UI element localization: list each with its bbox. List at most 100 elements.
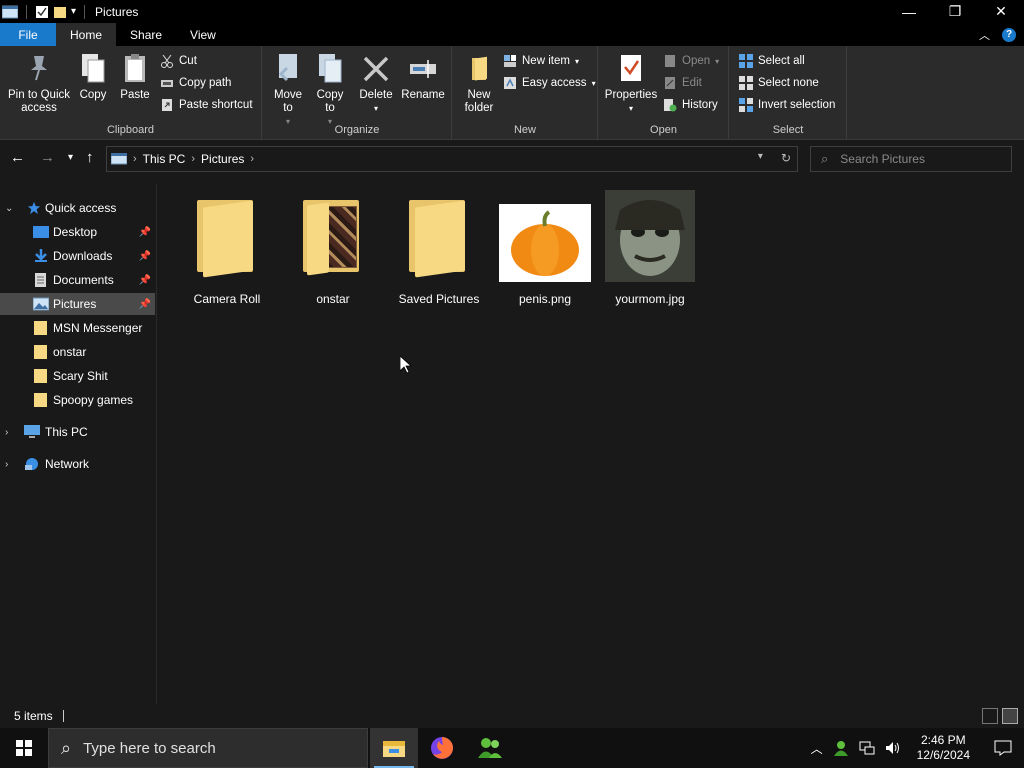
select-none-button[interactable]: Select none [739, 74, 819, 92]
collapse-ribbon-chevron-icon[interactable]: ︿ [979, 27, 990, 43]
nav-spoopy-games[interactable]: Spoopy games [0, 389, 155, 411]
window-title: Pictures [95, 4, 139, 19]
recent-locations-chevron-icon[interactable]: ▾ [68, 152, 73, 163]
nav-this-pc[interactable]: › This PC [0, 421, 155, 443]
forward-arrow-icon[interactable]: → [40, 149, 55, 166]
copy-to-button[interactable]: Copy to ▾ [311, 52, 349, 128]
pinned-icon[interactable]: 📌 [139, 227, 151, 238]
copy-to-icon [319, 54, 342, 83]
address-history-chevron-icon[interactable]: ▾ [758, 151, 763, 165]
pinned-icon[interactable]: 📌 [139, 275, 151, 286]
pin-to-quick-access-button[interactable]: Pin to Quick access [4, 52, 74, 115]
copy-button[interactable]: Copy [76, 52, 110, 102]
copy-path-button[interactable]: Copy path [160, 74, 231, 92]
nav-documents[interactable]: Documents 📌 [0, 269, 155, 291]
invert-selection-icon [739, 98, 753, 112]
paste-button[interactable]: Paste [118, 52, 152, 102]
up-arrow-icon[interactable]: ↑ [86, 149, 94, 166]
breadcrumb-chevron-icon[interactable]: › [250, 153, 254, 165]
breadcrumb-pictures[interactable]: Pictures [201, 152, 244, 166]
ribbon-group-select: Select all Select none Invert selection … [730, 46, 847, 140]
open-group-label: Open [650, 124, 677, 136]
help-icon[interactable]: ? [1002, 27, 1016, 42]
item-count: 5 items [14, 709, 53, 723]
show-hidden-icons-chevron-icon[interactable]: ︿ [811, 740, 823, 757]
nav-msn-messenger[interactable]: MSN Messenger [0, 317, 155, 339]
tab-file[interactable]: File [0, 23, 56, 46]
search-input[interactable]: ⌕ Search Pictures [810, 146, 1012, 172]
taskbar: ⌕ Type here to search ︿ 2:46 PM 12/6/202… [0, 728, 1024, 768]
refresh-icon[interactable]: ↻ [781, 151, 791, 165]
organize-group-label: Organize [334, 124, 380, 136]
messenger-tray-icon[interactable] [833, 740, 849, 756]
restore-button[interactable]: ❐ [932, 0, 978, 23]
collapsed-chevron-icon[interactable]: › [5, 459, 8, 470]
tab-home[interactable]: Home [56, 23, 117, 46]
network-tray-icon[interactable] [859, 741, 875, 755]
close-button[interactable]: ✕ [978, 0, 1024, 23]
messenger-buddies-icon [478, 738, 502, 758]
history-button[interactable]: History [663, 96, 718, 114]
details-view-icon[interactable] [982, 708, 998, 724]
nav-onstar[interactable]: onstar [0, 341, 155, 363]
nav-quick-access[interactable]: ⌄ Quick access [0, 197, 155, 219]
nav-desktop[interactable]: Desktop 📌 [0, 221, 155, 243]
start-button[interactable] [0, 728, 48, 768]
customize-toolbar-chevron-icon[interactable]: ▾ [71, 6, 76, 17]
breadcrumb-chevron-icon[interactable]: › [191, 153, 195, 165]
open-button[interactable]: Open ▾ [663, 52, 719, 70]
notifications-icon[interactable] [994, 740, 1012, 756]
nav-network[interactable]: › Network [0, 453, 155, 475]
invert-selection-button[interactable]: Invert selection [739, 96, 835, 114]
volume-icon[interactable] [885, 741, 901, 755]
tab-view[interactable]: View [176, 23, 230, 46]
nav-downloads[interactable]: Downloads 📌 [0, 245, 155, 267]
new-folder-quick-icon[interactable] [53, 5, 67, 19]
clipboard-icon [125, 54, 145, 82]
properties-check-icon[interactable] [35, 5, 49, 19]
large-icons-view-icon[interactable] [1002, 708, 1018, 724]
file-item-saved-pictures[interactable]: Saved Pictures [389, 190, 489, 306]
edit-button[interactable]: Edit [663, 74, 702, 92]
taskbar-clock[interactable]: 2:46 PM 12/6/2024 [917, 733, 970, 763]
ribbon: Pin to Quick access Copy Paste Cut Copy … [0, 46, 1024, 140]
pinned-icon[interactable]: 📌 [139, 251, 151, 262]
pinned-icon[interactable]: 📌 [139, 299, 151, 310]
rename-button[interactable]: Rename [401, 52, 445, 102]
pc-location-icon [111, 152, 127, 164]
pumpkin-image-thumbnail [499, 204, 591, 282]
breadcrumb-this-pc[interactable]: This PC [143, 152, 186, 166]
tab-share[interactable]: Share [116, 23, 176, 46]
ribbon-group-open: Properties ▾ Open ▾ Edit History Open [599, 46, 729, 140]
move-to-button[interactable]: Move to ▾ [269, 52, 307, 128]
document-icon [35, 273, 46, 287]
nav-scary-shit[interactable]: Scary Shit [0, 365, 155, 387]
file-item-onstar[interactable]: onstar [283, 190, 383, 306]
quick-access-toolbar: ▾ [0, 4, 89, 19]
properties-button[interactable]: Properties ▾ [603, 52, 659, 115]
address-bar[interactable]: › This PC › Pictures › ▾ ↻ [106, 146, 798, 172]
easy-access-button[interactable]: Easy access ▾ [503, 74, 596, 92]
firefox-taskbar-button[interactable] [418, 728, 466, 768]
windows-logo-icon [16, 740, 32, 756]
expanded-chevron-icon[interactable]: ⌄ [5, 203, 13, 214]
paste-shortcut-button[interactable]: Paste shortcut [160, 96, 253, 114]
select-all-button[interactable]: Select all [739, 52, 805, 70]
nav-pictures[interactable]: Pictures 📌 [0, 293, 155, 315]
collapsed-chevron-icon[interactable]: › [5, 427, 8, 438]
file-item-penis-png[interactable]: penis.png [495, 190, 595, 306]
file-item-camera-roll[interactable]: Camera Roll [177, 190, 277, 306]
msn-messenger-taskbar-button[interactable] [466, 728, 514, 768]
history-icon [664, 99, 677, 112]
properties-icon [621, 55, 641, 81]
back-arrow-icon[interactable]: ← [10, 149, 25, 166]
taskbar-search-input[interactable]: ⌕ Type here to search [48, 728, 368, 768]
new-item-button[interactable]: New item ▾ [503, 52, 579, 70]
new-folder-button[interactable]: New folder [459, 52, 499, 115]
minimize-button[interactable]: — [886, 0, 932, 23]
file-explorer-taskbar-button[interactable] [370, 728, 418, 768]
delete-button[interactable]: Delete ▾ [357, 52, 395, 115]
breadcrumb-chevron-icon[interactable]: › [133, 153, 137, 165]
cut-button[interactable]: Cut [160, 52, 197, 70]
file-item-yourmom-jpg[interactable]: yourmom.jpg [600, 190, 700, 306]
